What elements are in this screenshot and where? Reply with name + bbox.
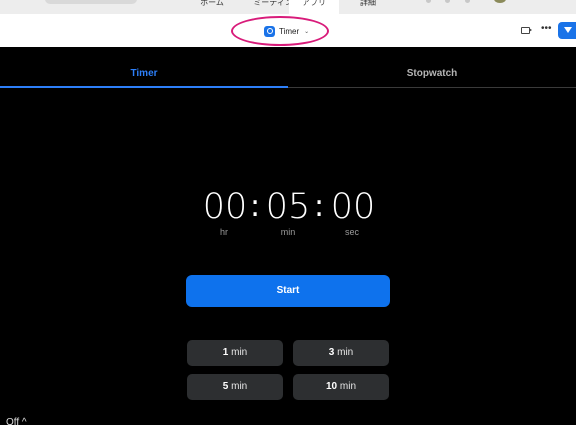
preset-unit: min bbox=[337, 347, 354, 358]
start-button[interactable]: Start bbox=[186, 275, 390, 307]
minutes-value[interactable]: 05 bbox=[264, 186, 312, 228]
tab-home[interactable]: ホーム bbox=[195, 0, 229, 14]
minutes-unit-label: min bbox=[280, 227, 296, 237]
status-toggle[interactable]: Off ^ bbox=[6, 417, 27, 425]
preset-1-min-button[interactable]: 1 min bbox=[187, 340, 283, 366]
hours-unit-label: hr bbox=[219, 227, 228, 237]
tab-timer[interactable]: Timer bbox=[0, 62, 288, 88]
preset-value: 10 bbox=[325, 381, 338, 392]
tab-details[interactable]: 詳細 bbox=[352, 0, 384, 14]
preset-value: 3 bbox=[328, 347, 335, 358]
seconds-value[interactable]: 00 bbox=[330, 186, 376, 228]
preset-value: 5 bbox=[222, 381, 229, 392]
preset-unit: min bbox=[339, 381, 357, 392]
toolbar-dot-icon[interactable] bbox=[465, 0, 470, 3]
toolbar-dot-icon[interactable] bbox=[426, 0, 431, 3]
annotation-highlight-ring bbox=[231, 16, 329, 46]
avatar[interactable] bbox=[494, 0, 506, 3]
preset-unit: min bbox=[231, 347, 248, 358]
time-separator: : bbox=[314, 189, 325, 224]
hours-value[interactable]: 00 bbox=[202, 186, 248, 228]
apps-icon[interactable] bbox=[558, 22, 576, 39]
seconds-unit-label: sec bbox=[344, 227, 359, 237]
preset-3-min-button[interactable]: 3 min bbox=[293, 340, 389, 366]
search-bar[interactable] bbox=[45, 0, 137, 4]
tab-stopwatch[interactable]: Stopwatch bbox=[288, 62, 576, 88]
preset-5-min-button[interactable]: 5 min bbox=[187, 374, 283, 400]
mode-tabs: Timer Stopwatch bbox=[0, 62, 576, 88]
tab-apps[interactable]: アプリ bbox=[289, 0, 339, 14]
preset-unit: min bbox=[231, 381, 248, 392]
toolbar-dot-icon[interactable] bbox=[445, 0, 450, 3]
preset-value: 1 bbox=[222, 347, 229, 358]
more-icon[interactable]: ••• bbox=[541, 23, 552, 34]
app-header: Timer ⌄ ••• bbox=[0, 14, 576, 47]
top-tab-bar: ホーム ミーティング アプリ 詳細 bbox=[0, 0, 576, 14]
time-separator: : bbox=[250, 189, 261, 224]
video-icon[interactable] bbox=[521, 27, 532, 34]
preset-10-min-button[interactable]: 10 min bbox=[293, 374, 389, 400]
